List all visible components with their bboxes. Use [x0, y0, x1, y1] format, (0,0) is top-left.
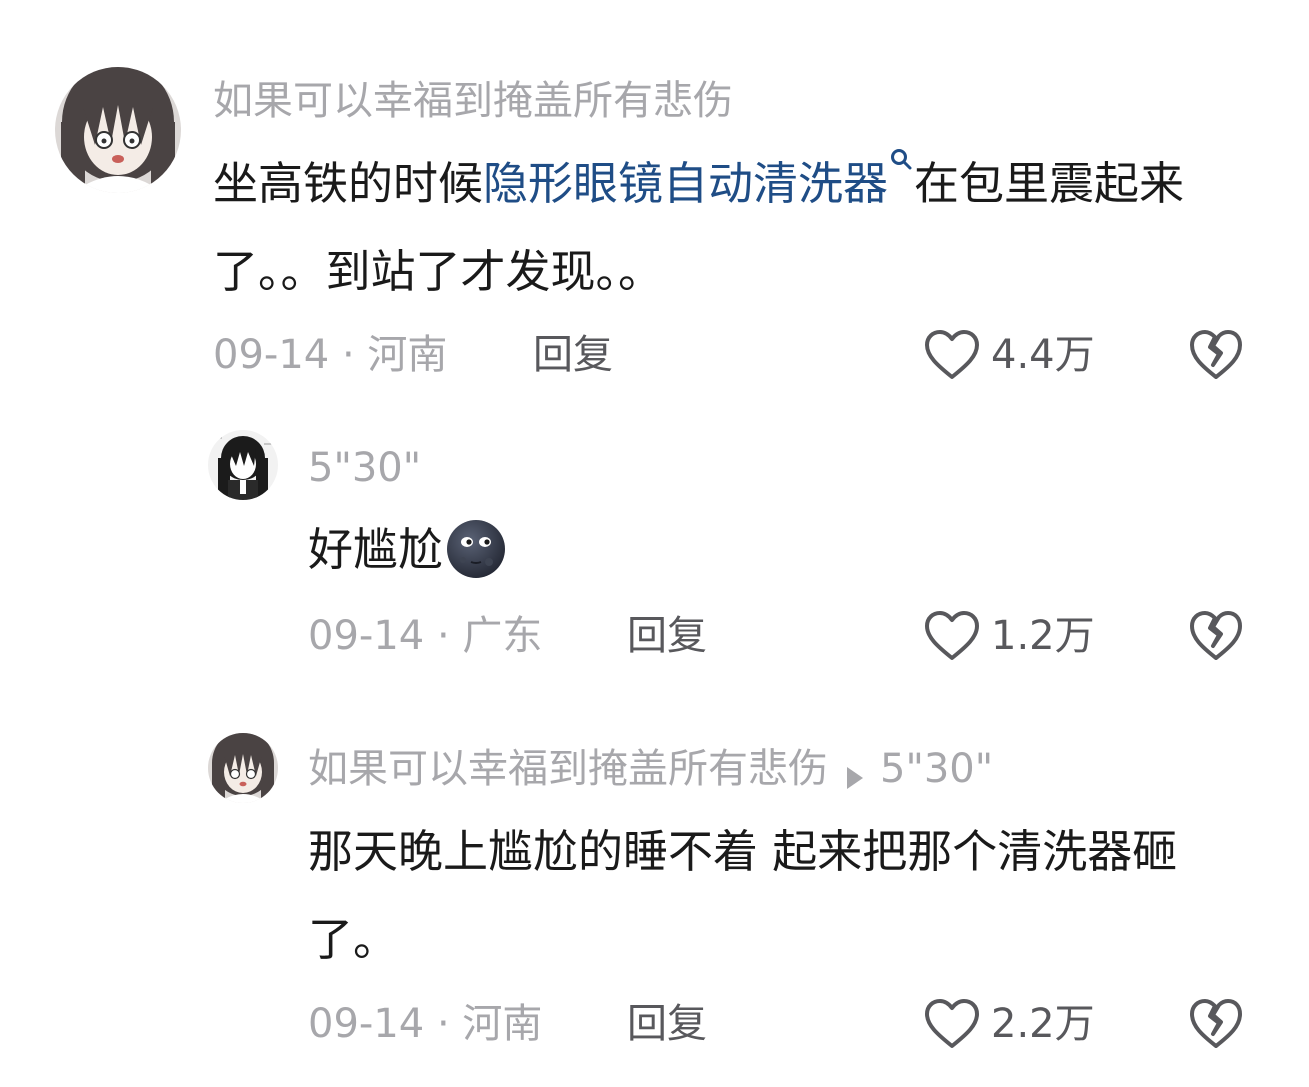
reply-date: 09-14	[308, 1001, 425, 1047]
meta-separator: ·	[436, 613, 450, 659]
reply-text: 好尴尬	[308, 506, 1208, 594]
dislike-button[interactable]	[1188, 610, 1244, 666]
reply-text: 那天晚上尴尬的睡不着 起来把那个清洗器砸了。	[308, 825, 1178, 966]
heart-outline-icon	[925, 999, 979, 1048]
broken-heart-icon	[1190, 999, 1242, 1048]
like-count: 4.4万	[991, 332, 1095, 378]
reply-meta: 09-14 · 河南	[308, 1000, 542, 1048]
reply-username[interactable]: 5"30"	[308, 444, 421, 492]
reply-header: 如果可以幸福到掩盖所有悲伤 5"30"	[308, 745, 993, 793]
broken-heart-icon	[1190, 330, 1242, 379]
reply-to-username[interactable]: 5"30"	[880, 746, 993, 792]
avatar-image	[55, 67, 181, 193]
heart-outline-icon	[925, 330, 979, 379]
reply-meta: 09-14 · 广东	[308, 612, 542, 660]
dislike-button[interactable]	[1188, 998, 1244, 1054]
comment-text-before: 坐高铁的时候	[213, 157, 484, 210]
comment-date: 09-14	[213, 332, 330, 378]
reply-text-content: 好尴尬	[308, 523, 444, 576]
new-moon-face-emoji	[445, 518, 507, 580]
like-count: 1.2万	[991, 613, 1095, 659]
heart-outline-icon	[925, 611, 979, 660]
avatar-image	[208, 733, 278, 803]
reply-location: 河南	[462, 1001, 543, 1047]
reply-location: 广东	[462, 613, 543, 659]
reply-button[interactable]: 回复	[533, 331, 613, 379]
comment-location: 河南	[367, 332, 448, 378]
reply-date: 09-14	[308, 613, 425, 659]
reply-button[interactable]: 回复	[627, 612, 707, 660]
like-button[interactable]: 2.2万	[923, 998, 1095, 1050]
search-keyword-link[interactable]: 隐形眼镜自动清洗器	[483, 157, 888, 210]
like-count: 2.2万	[991, 1001, 1095, 1047]
comment-text: 坐高铁的时候隐形眼镜自动清洗器 在包里震起来了。。到站了才发现。。	[213, 140, 1263, 316]
avatar[interactable]	[208, 430, 278, 500]
dislike-button[interactable]	[1188, 329, 1244, 385]
comment-username[interactable]: 如果可以幸福到掩盖所有悲伤	[213, 77, 733, 125]
reply-username[interactable]: 如果可以幸福到掩盖所有悲伤	[308, 746, 828, 792]
meta-separator: ·	[436, 1001, 450, 1047]
like-button[interactable]: 4.4万	[923, 329, 1095, 381]
search-icon[interactable]	[888, 140, 914, 180]
reply-button[interactable]: 回复	[627, 1000, 707, 1048]
meta-separator: ·	[341, 332, 355, 378]
avatar[interactable]	[55, 67, 181, 193]
broken-heart-icon	[1190, 611, 1242, 660]
play-arrow-icon	[844, 755, 866, 789]
avatar[interactable]	[208, 733, 278, 803]
like-button[interactable]: 1.2万	[923, 610, 1095, 662]
avatar-image	[208, 430, 278, 500]
comment-meta: 09-14 · 河南	[213, 331, 447, 379]
